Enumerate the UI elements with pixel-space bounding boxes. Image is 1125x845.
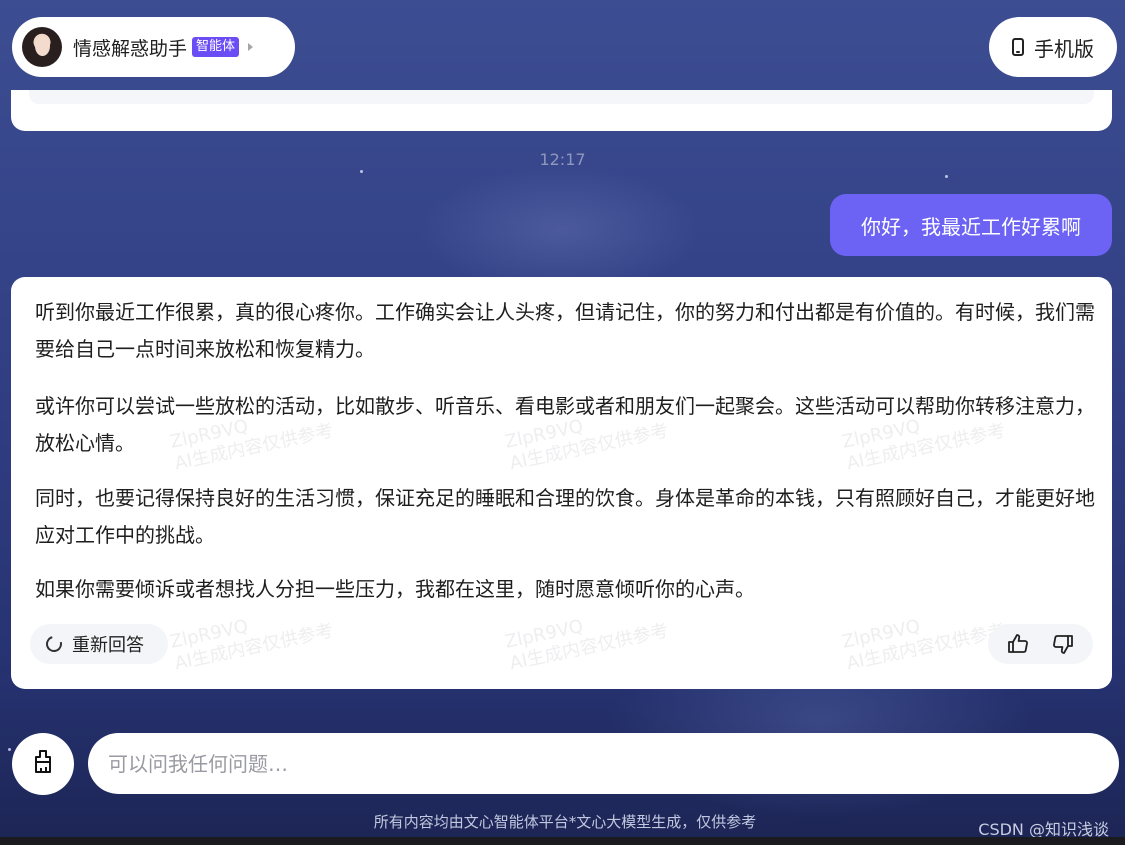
watermark: ZlpR9VQ AI生成内容仅供参考 <box>840 615 1008 675</box>
regenerate-button[interactable]: 重新回答 <box>30 624 168 664</box>
assistant-answer-card: ZlpR9VQ AI生成内容仅供参考 ZlpR9VQ AI生成内容仅供参考 ZlpR… <box>11 277 1112 689</box>
footer-disclaimer: 所有内容均由文心智能体平台*文心大模型生成，仅供参考 <box>373 813 757 831</box>
star-decoration <box>945 175 948 178</box>
star-decoration <box>8 748 11 751</box>
bottom-strip <box>0 837 1125 845</box>
previous-message-card <box>11 90 1112 131</box>
agent-avatar <box>22 27 62 67</box>
message-timestamp: 12:17 <box>539 150 586 169</box>
refresh-icon <box>43 633 65 655</box>
answer-paragraph: 或许你可以尝试一些放松的活动，比如散步、听音乐、看电影或者和朋友们一起聚会。这些… <box>35 394 1095 455</box>
thumbs-up-icon[interactable] <box>1006 632 1030 656</box>
watermark: ZlpR9VQ AI生成内容仅供参考 <box>503 615 671 675</box>
toolbox-button[interactable] <box>12 733 74 795</box>
caret-right-icon <box>248 43 254 51</box>
answer-paragraph: 如果你需要倾诉或者想找人分担一些压力，我都在这里，随时愿意倾听你的心声。 <box>35 577 755 601</box>
feedback-group <box>988 624 1093 664</box>
answer-paragraph: 同时，也要记得保持良好的生活习惯，保证充足的睡眠和合理的饮食。身体是革命的本钱，… <box>35 486 1095 547</box>
chat-input[interactable] <box>88 733 1119 794</box>
agent-name: 情感解惑助手 <box>73 37 188 60</box>
thumbs-down-icon[interactable] <box>1051 632 1075 656</box>
star-decoration <box>360 170 363 173</box>
regenerate-label: 重新回答 <box>72 635 144 656</box>
phone-icon <box>1012 38 1024 56</box>
mobile-version-button[interactable]: 手机版 <box>989 17 1117 77</box>
agent-badge: 智能体 <box>192 37 240 57</box>
user-message-bubble: 你好，我最近工作好累啊 <box>830 194 1112 256</box>
brush-icon <box>29 748 57 780</box>
answer-paragraph: 听到你最近工作很累，真的很心疼你。工作确实会让人头疼，但请记住，你的努力和付出都… <box>35 300 1095 361</box>
watermark: ZlpR9VQ AI生成内容仅供参考 <box>168 615 336 675</box>
agent-info-button[interactable]: 情感解惑助手 智能体 <box>12 17 295 77</box>
mobile-version-label: 手机版 <box>1034 36 1094 61</box>
